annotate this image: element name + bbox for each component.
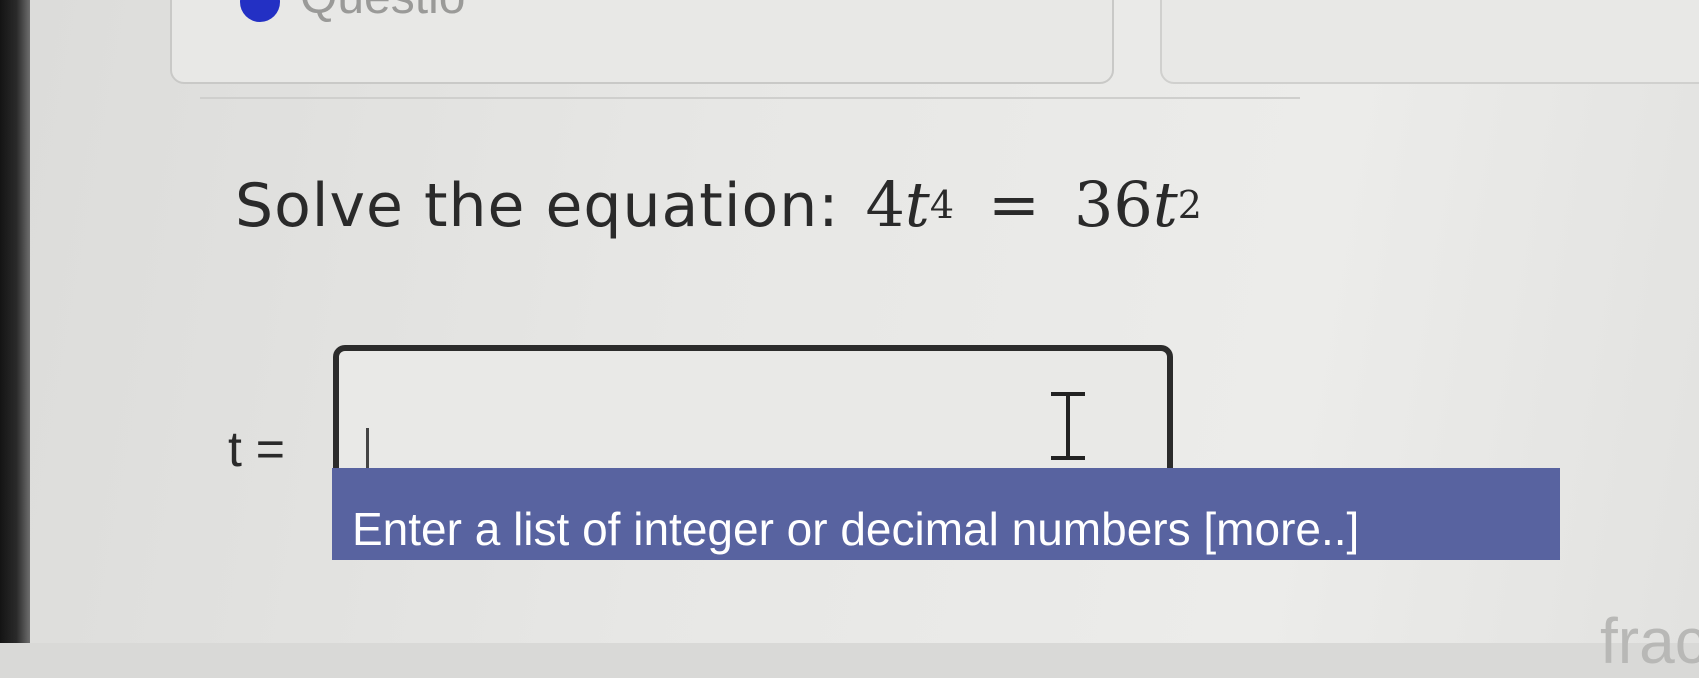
rhs-exponent: 2 [1177, 183, 1202, 227]
equation: 4t4 = 36 t 2 [865, 168, 1202, 241]
rhs-coefficient: 36 [1073, 168, 1153, 241]
partial-bottom-text: fractio [1600, 605, 1699, 677]
section-title: Questio [300, 0, 465, 25]
question-label: Solve the equation: [235, 171, 840, 241]
text-cursor-ibeam-icon [1051, 392, 1085, 460]
secondary-header-card [1160, 0, 1699, 84]
question-prompt: Solve the equation: 4t4 = 36 t 2 [235, 168, 1202, 241]
input-hint: Enter a list of integer or decimal numbe… [332, 468, 1560, 560]
lhs-exponent: 4 [929, 183, 955, 227]
hint-text: Enter a list of integer or decimal numbe… [352, 503, 1204, 555]
equals-sign: = [988, 168, 1040, 241]
lhs-variable: t [904, 168, 930, 241]
hint-more-link[interactable]: [more..] [1203, 503, 1359, 555]
device-bezel [0, 0, 30, 643]
lhs-coefficient: 4 [865, 168, 905, 241]
answer-label: t = [228, 421, 285, 477]
header-divider [200, 97, 1300, 99]
rhs-variable: t [1152, 168, 1178, 241]
